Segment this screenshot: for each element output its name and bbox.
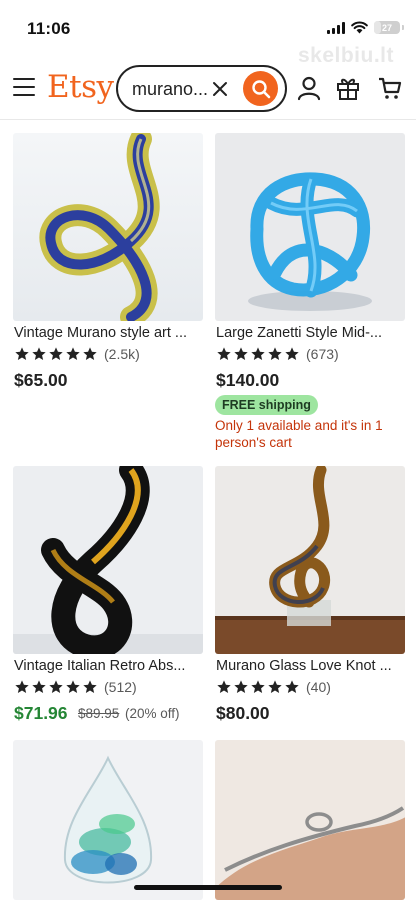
- listing-rating: (512): [14, 679, 137, 695]
- menu-icon[interactable]: [13, 78, 35, 96]
- listing-card[interactable]: Large Zanetti Style Mid-... (673) $140.0…: [215, 133, 405, 453]
- close-icon[interactable]: [212, 81, 228, 97]
- battery-icon: 27: [374, 21, 400, 34]
- gift-icon[interactable]: [335, 75, 361, 101]
- review-count: (673): [306, 346, 339, 362]
- listing-card[interactable]: Murano Glass Love Knot ... (40) $80.00: [215, 466, 405, 726]
- listing-card[interactable]: [13, 740, 203, 900]
- app-header: Etsy murano...: [0, 58, 416, 120]
- star-icon: [234, 347, 248, 360]
- star-icon: [285, 680, 299, 693]
- review-count: (2.5k): [104, 346, 140, 362]
- signal-icon: [327, 21, 345, 34]
- listing-image[interactable]: [215, 466, 405, 654]
- star-icon: [49, 680, 63, 693]
- home-indicator: [134, 885, 282, 890]
- battery-level: 27: [381, 22, 392, 33]
- star-icon: [268, 347, 282, 360]
- listing-card[interactable]: [215, 740, 405, 900]
- search-input[interactable]: murano...: [116, 65, 287, 112]
- star-icon: [15, 680, 29, 693]
- listing-image[interactable]: [13, 466, 203, 654]
- star-icon: [83, 680, 97, 693]
- star-icon: [217, 347, 231, 360]
- star-icon: [32, 347, 46, 360]
- free-shipping-badge: FREE shipping: [215, 395, 318, 415]
- status-time: 11:06: [27, 19, 71, 38]
- search-query[interactable]: murano...: [132, 79, 208, 100]
- listing-title[interactable]: Large Zanetti Style Mid-...: [216, 325, 406, 341]
- star-icon: [285, 347, 299, 360]
- star-icon: [32, 680, 46, 693]
- listing-image[interactable]: [215, 133, 405, 321]
- star-icon: [66, 680, 80, 693]
- discount-label: (20% off): [125, 706, 180, 721]
- listing-title[interactable]: Vintage Italian Retro Abs...: [14, 658, 204, 674]
- listing-rating: (673): [216, 346, 339, 362]
- star-icon: [251, 347, 265, 360]
- search-icon: [251, 79, 270, 98]
- star-icon: [66, 347, 80, 360]
- scarcity-note: Only 1 available and it's in 1 person's …: [215, 418, 383, 450]
- original-price: $89.95: [78, 706, 120, 721]
- listing-price: $140.00: [216, 370, 280, 390]
- listing-title[interactable]: Murano Glass Love Knot ...: [216, 658, 406, 674]
- star-icon: [251, 680, 265, 693]
- listing-price: $65.00: [14, 370, 68, 390]
- review-count: (40): [306, 679, 331, 695]
- account-icon[interactable]: [296, 75, 322, 101]
- star-rating: [216, 679, 300, 695]
- etsy-logo[interactable]: Etsy: [47, 69, 114, 105]
- star-rating: [216, 346, 300, 362]
- listing-card[interactable]: Vintage Murano style art ... (2.5k) $65.…: [13, 133, 203, 393]
- star-icon: [268, 680, 282, 693]
- star-icon: [217, 680, 231, 693]
- wifi-icon: [351, 21, 368, 34]
- star-rating: [14, 346, 98, 362]
- cart-icon[interactable]: [377, 75, 403, 101]
- star-icon: [234, 680, 248, 693]
- listing-title[interactable]: Vintage Murano style art ...: [14, 325, 204, 341]
- star-rating: [14, 679, 98, 695]
- search-button[interactable]: [243, 71, 278, 106]
- review-count: (512): [104, 679, 137, 695]
- star-icon: [15, 347, 29, 360]
- star-icon: [49, 347, 63, 360]
- sale-price: $71.96: [14, 703, 68, 723]
- listing-rating: (40): [216, 679, 331, 695]
- listing-price: $80.00: [216, 703, 270, 723]
- listing-rating: (2.5k): [14, 346, 140, 362]
- listing-image[interactable]: [13, 133, 203, 321]
- status-icons: 27: [327, 21, 404, 34]
- listing-image[interactable]: [13, 740, 203, 900]
- star-icon: [83, 347, 97, 360]
- listing-card[interactable]: Vintage Italian Retro Abs... (512) $71.9…: [13, 466, 203, 726]
- listing-image[interactable]: [215, 740, 405, 900]
